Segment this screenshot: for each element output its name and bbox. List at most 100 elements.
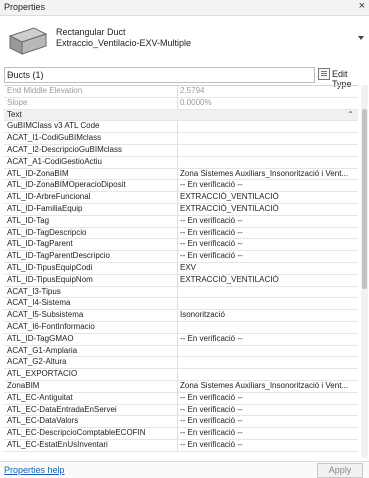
scrollbar-thumb[interactable] — [362, 109, 367, 289]
property-name: Text — [7, 109, 22, 119]
property-value[interactable]: EXTRACCIÓ_VENTILACIÓ — [180, 275, 356, 286]
instance-filter-dropdown[interactable]: Ducts (1) ⌄ — [4, 67, 315, 83]
property-row[interactable]: ACAT_G2-Altura — [4, 357, 358, 370]
property-name: ATL_ID-Tag — [7, 215, 50, 225]
property-name: ACAT_G2-Altura — [7, 357, 67, 367]
edit-type-icon — [318, 68, 330, 80]
close-icon[interactable]: × — [359, 0, 365, 12]
property-name: ATL_ID-TagParentDescripcio — [7, 251, 111, 261]
property-value[interactable]: -- En verificació -- — [180, 216, 356, 227]
property-value[interactable]: -- En verificació -- — [180, 405, 356, 416]
properties-grid: End Middle Elevation 2.5794 Slope 0.0000% Te… — [4, 85, 358, 459]
property-row[interactable]: Slope 0.0000% — [4, 97, 358, 110]
property-row[interactable]: ATL_ID-TagDescripcio -- En verificació -- — [4, 227, 358, 240]
property-row[interactable]: ACAT_I4-Sistema — [4, 298, 358, 311]
property-row[interactable]: ACAT_I3-Tipus — [4, 286, 358, 299]
property-row[interactable]: ATL_ID-TipusEquipNom EXTRACCIÓ_VENTILACIÓ — [4, 274, 358, 287]
property-value[interactable]: Isonorització — [180, 310, 356, 321]
property-value: 0.0000% — [180, 97, 212, 107]
property-name: ACAT_I1-CodiGuBIMclass — [7, 133, 102, 143]
property-row[interactable]: ATL_ID-TagGMAO -- En verificació -- — [4, 333, 358, 346]
property-name: End Middle Elevation — [7, 86, 83, 95]
collapse-caret-icon[interactable]: ⌃ — [347, 110, 354, 121]
property-value[interactable]: -- En verificació -- — [180, 251, 356, 262]
property-row[interactable]: ATL_EXPORTACIO — [4, 369, 358, 381]
property-value[interactable]: -- En verificació -- — [180, 416, 356, 427]
properties-footer: Properties help Apply — [0, 461, 369, 478]
property-row[interactable]: ATL_EC-EstatEnUsInventari -- En verificac… — [4, 439, 358, 452]
property-value[interactable]: EXTRACCIÓ_VENTILACIÓ — [180, 204, 356, 215]
property-row[interactable]: ATL_ID-TagParentDescripcio -- En verifica… — [4, 251, 358, 263]
property-name: ACAT_G1-Amplaria — [7, 345, 78, 355]
chevron-down-icon[interactable]: ⌄ — [7, 69, 310, 78]
property-name: ATL_ID-TipusEquipNom — [7, 274, 93, 284]
chevron-down-icon[interactable] — [358, 36, 364, 40]
property-name: ACAT_I3-Tipus — [7, 286, 61, 296]
property-row[interactable]: ATL_ID-Tag -- En verificació -- — [4, 215, 358, 228]
property-name: ATL_ID-TipusEquipCodi — [7, 262, 93, 272]
property-name: ACAT_A1-CodiGestioActiu — [7, 156, 102, 166]
property-value[interactable]: Zona Sistemes Auxiliars_Insonorització i… — [180, 381, 356, 392]
property-value[interactable]: -- En verificació -- — [180, 180, 356, 191]
property-name: ATL_EC-Antiguitat — [7, 392, 73, 402]
property-row[interactable]: ATL_EC-Antiguitat -- En verificació -- — [4, 392, 358, 405]
property-row[interactable]: GuBIMClass v3 ATL Code — [4, 121, 358, 134]
property-value: 2.5794 — [180, 86, 205, 95]
property-row[interactable]: ACAT_I1-CodiGuBIMclass — [4, 133, 358, 145]
property-row[interactable]: ACAT_G1-Amplaria — [4, 345, 358, 358]
property-value[interactable]: Zona Sistemes Auxiliars_Insonorització i… — [180, 169, 356, 180]
property-row[interactable]: ATL_ID-FamiliaEquip EXTRACCIÓ_VENTILACIÓ — [4, 203, 358, 216]
property-value[interactable]: EXV — [180, 263, 356, 274]
property-name: ATL_ID-TagDescripcio — [7, 227, 87, 237]
property-value[interactable]: -- En verificació -- — [180, 334, 356, 345]
property-row[interactable]: ATL_ID-ArbreFuncional EXTRACCIÓ_VENTILACI… — [4, 192, 358, 204]
property-row[interactable]: ATL_ID-ZonaBIMOperacioDiposit -- En verif… — [4, 180, 358, 193]
property-name: ATL_ID-FamiliaEquip — [7, 203, 83, 213]
vertical-scrollbar[interactable] — [361, 85, 368, 458]
property-name: ACAT_I4-Sistema — [7, 298, 71, 308]
property-name: ATL_EC-DataEntradaEnServei — [7, 404, 117, 414]
property-value[interactable]: EXTRACCIÓ_VENTILACIÓ — [180, 192, 356, 203]
property-row[interactable]: ATL_EC-DescripcioComptableECOFIN -- En ve… — [4, 428, 358, 440]
property-row[interactable]: ATL_EC-DataEntradaEnServei -- En verifica… — [4, 404, 358, 417]
property-row[interactable]: ACAT_I2-DescripcioGuBIMclass — [4, 144, 358, 157]
properties-help-link[interactable]: Properties help — [4, 465, 65, 475]
property-name: ZonaBIM — [7, 380, 40, 390]
window-title: Properties — [4, 2, 46, 12]
property-row[interactable]: ZonaBIM Zona Sistemes Auxiliars_Insonorit… — [4, 380, 358, 393]
type-family-name: Rectangular Duct — [56, 27, 126, 37]
property-name: ATL_ID-TagGMAO — [7, 333, 74, 343]
property-name: ATL_EXPORTACIO — [7, 369, 78, 379]
property-value[interactable]: -- En verificació -- — [180, 428, 356, 439]
property-name: ATL_EC-DescripcioComptableECOFIN — [7, 428, 146, 438]
property-row[interactable]: ACAT_A1-CodiGestioActiu — [4, 156, 358, 169]
instance-filter-row: Ducts (1) ⌄ Edit Type — [0, 67, 369, 89]
property-name: ATL_ID-TagParent — [7, 239, 73, 249]
duct-thumbnail-icon — [8, 27, 48, 55]
apply-button[interactable]: Apply — [317, 463, 363, 478]
property-row[interactable]: ATL_ID-TipusEquipCodi EXV — [4, 262, 358, 275]
property-name: GuBIMClass v3 ATL Code — [7, 121, 100, 131]
property-value[interactable]: -- En verificació -- — [180, 440, 356, 451]
property-row[interactable]: End Middle Elevation 2.5794 — [4, 86, 358, 98]
group-header-row[interactable]: Text ⌃ — [4, 109, 358, 122]
property-row[interactable]: ACAT_I5-Subsistema Isonorització — [4, 310, 358, 322]
property-name: ACAT_I2-DescripcioGuBIMclass — [7, 144, 122, 154]
edit-type-button[interactable]: Edit Type — [318, 67, 368, 89]
property-name: ATL_EC-EstatEnUsInventari — [7, 439, 108, 449]
property-value[interactable]: -- En verificació -- — [180, 239, 356, 250]
property-row[interactable]: ACAT_I6-FontInformacio — [4, 321, 358, 334]
property-value[interactable]: -- En verificació -- — [180, 228, 356, 239]
property-name: ATL_ID-ArbreFuncional — [7, 192, 91, 202]
property-name: ATL_ID-ZonaBIMOperacioDiposit — [7, 180, 126, 190]
property-name: ATL_ID-ZonaBIM — [7, 168, 69, 178]
property-name: Slope — [7, 97, 28, 107]
property-row[interactable]: ATL_ID-ZonaBIM Zona Sistemes Auxiliars_In… — [4, 168, 358, 181]
property-value[interactable]: -- En verificació -- — [180, 393, 356, 404]
property-row[interactable]: ATL_EC-DataValors -- En verificació -- — [4, 416, 358, 429]
type-selector[interactable]: Rectangular Duct Extraccio_Ventilacio-EX… — [0, 16, 369, 64]
type-name: Extraccio_Ventilacio-EXV-Multiple — [56, 38, 192, 48]
property-name: ACAT_I6-FontInformacio — [7, 321, 95, 331]
property-row[interactable]: ATL_ID-TagParent -- En verificació -- — [4, 239, 358, 252]
property-name: ACAT_I5-Subsistema — [7, 310, 84, 320]
